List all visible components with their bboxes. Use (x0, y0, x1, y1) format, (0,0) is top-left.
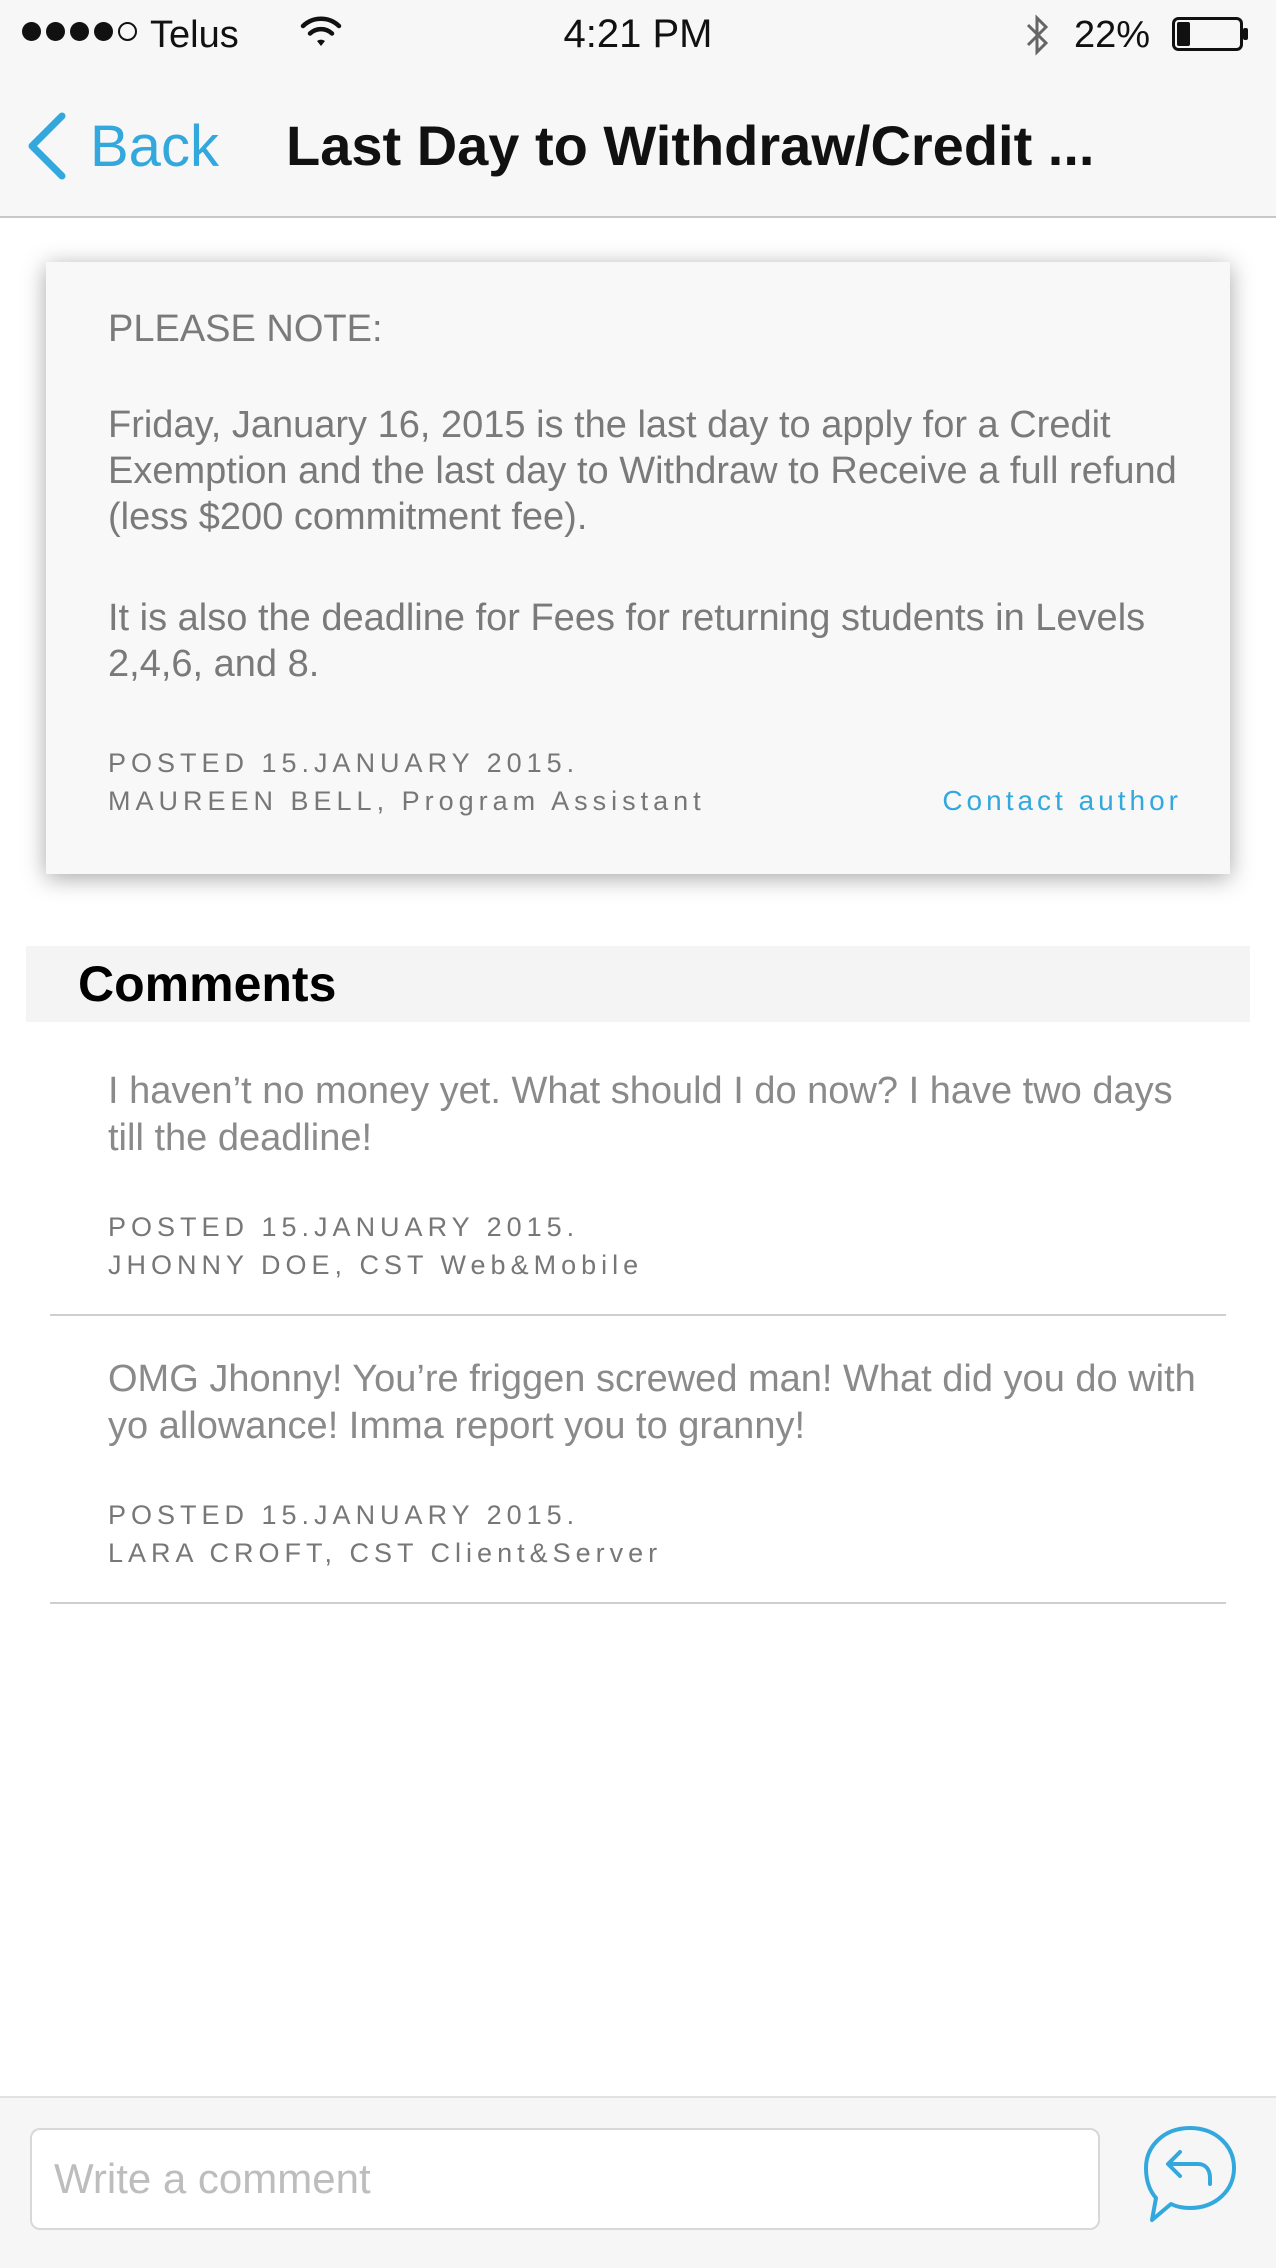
comments-section-header: Comments (26, 946, 1250, 1022)
reply-bubble-icon[interactable] (1138, 2120, 1242, 2228)
back-label: Back (90, 113, 219, 179)
comment-composer (0, 2096, 1276, 2268)
announcement-paragraph: Friday, January 16, 2015 is the last day… (108, 404, 1177, 538)
comment-author: JHONNY DOE, CST Web&Mobile (108, 1250, 644, 1280)
comment-input[interactable] (30, 2128, 1100, 2230)
comments-title: Comments (78, 956, 337, 1012)
screen: Telus 4:21 PM 22% Back Last Day to Withd… (0, 0, 1276, 2268)
announcement-posted-date: POSTED 15.JANUARY 2015. (108, 748, 580, 778)
comment-posted-date: POSTED 15.JANUARY 2015. (108, 1500, 580, 1530)
announcement-card: PLEASE NOTE: Friday, January 16, 2015 is… (46, 262, 1230, 874)
comment-author: LARA CROFT, CST Client&Server (108, 1538, 663, 1568)
comment-posted-date: POSTED 15.JANUARY 2015. (108, 1212, 580, 1242)
status-bar: Telus 4:21 PM 22% (0, 0, 1276, 72)
announcement-author: MAUREEN BELL, Program Assistant (108, 786, 706, 816)
page-title: Last Day to Withdraw/Credit ... (286, 114, 1095, 177)
comment-body: OMG Jhonny! You’re friggen screwed man! … (108, 1358, 1196, 1447)
comment-divider (50, 1314, 1226, 1316)
announcement-heading: PLEASE NOTE: (108, 308, 383, 350)
contact-author-link[interactable]: Contact author (942, 782, 1182, 820)
back-button[interactable]: Back (24, 110, 219, 182)
nav-bar: Back Last Day to Withdraw/Credit ... (0, 72, 1276, 218)
comment-body: I haven’t no money yet. What should I do… (108, 1070, 1173, 1159)
chevron-left-icon (28, 112, 66, 180)
comment-divider (50, 1602, 1226, 1604)
battery-percent: 22% (1074, 14, 1151, 56)
bluetooth-icon (1026, 14, 1049, 56)
announcement-paragraph: It is also the deadline for Fees for ret… (108, 597, 1146, 685)
battery-icon (1172, 17, 1248, 51)
